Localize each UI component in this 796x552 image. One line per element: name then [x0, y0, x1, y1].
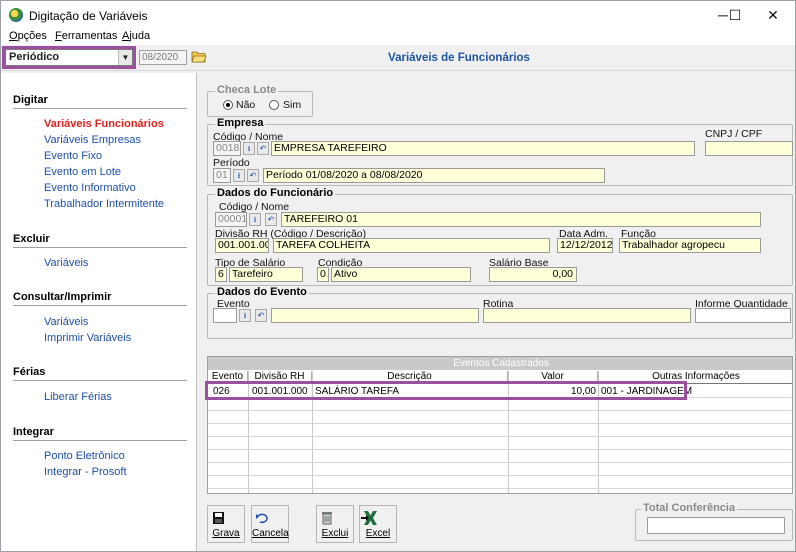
- excel-label: Excel: [365, 528, 391, 539]
- exclui-button[interactable]: Exclui: [316, 505, 354, 543]
- download-arrow-icon[interactable]: ⭳: [249, 213, 261, 226]
- trash-icon: [322, 512, 332, 525]
- evento-desc-field[interactable]: [271, 308, 479, 323]
- sidebar-item-evento-informativo[interactable]: Evento Informativo: [44, 182, 136, 194]
- funcionario-nome-field[interactable]: TAREFEIRO 01: [281, 212, 761, 227]
- rotina-field[interactable]: [483, 308, 691, 323]
- sidebar-item-ponto-eletronico[interactable]: Ponto Eletrônico: [44, 450, 125, 462]
- close-button[interactable]: ✕: [755, 1, 791, 29]
- row-line: [208, 462, 792, 463]
- sidebar-item-integrar-prosoft[interactable]: Integrar - Prosoft: [44, 466, 127, 478]
- row-line: [208, 475, 792, 476]
- save-icon: [213, 512, 224, 524]
- undo-arrow-icon[interactable]: ↶: [257, 142, 269, 155]
- maximize-button[interactable]: ☐: [717, 1, 753, 29]
- informe-quantidade-field[interactable]: [695, 308, 791, 323]
- row-highlight-frame: [205, 381, 687, 400]
- menu-bar: Opções Ferramentas Ajuda: [1, 29, 795, 45]
- sidebar-section-excluir: Excluir: [13, 233, 50, 245]
- divider: [13, 247, 187, 248]
- sidebar-item-trabalhador-intermitente[interactable]: Trabalhador Intermitente: [44, 198, 164, 210]
- condicao-code-field[interactable]: 0: [317, 267, 329, 282]
- sidebar-item-excluir-variaveis[interactable]: Variáveis: [44, 257, 88, 269]
- cancela-label: Cancela: [252, 528, 289, 539]
- periodo-code-field[interactable]: 01: [213, 168, 231, 183]
- checa-lote-sim-label: Sim: [283, 99, 302, 111]
- checa-lote-nao-label: Não: [236, 99, 256, 111]
- download-arrow-icon[interactable]: ⭳: [243, 142, 255, 155]
- divider: [13, 305, 187, 306]
- divisao-desc-field[interactable]: TAREFA COLHEITA: [273, 238, 550, 253]
- divisao-code-field[interactable]: 001.001.000: [215, 238, 269, 253]
- exclui-label: Exclui: [321, 528, 349, 539]
- empresa-codigo-field[interactable]: 0018: [213, 141, 241, 156]
- checa-lote-title: Checa Lote: [215, 84, 279, 96]
- sidebar-item-evento-lote[interactable]: Evento em Lote: [44, 166, 121, 178]
- divider: [13, 380, 187, 381]
- cancela-button[interactable]: Cancela: [251, 505, 289, 543]
- sidebar-section-digitar: Digitar: [13, 94, 48, 106]
- tipo-salario-field[interactable]: Tarefeiro: [229, 267, 303, 282]
- periodo-field[interactable]: Período 01/08/2020 a 08/08/2020: [263, 168, 605, 183]
- undo-arrow-icon[interactable]: ↶: [255, 309, 267, 322]
- cnpj-field[interactable]: [705, 141, 793, 156]
- menu-ferramentas[interactable]: Ferramentas: [55, 30, 117, 42]
- grava-button[interactable]: Grava: [207, 505, 245, 543]
- page-title: Variáveis de Funcionários: [388, 52, 530, 64]
- title-bar: Digitação de Variáveis ─ ☐ ✕: [1, 1, 795, 29]
- checa-lote-sim-radio[interactable]: [269, 100, 279, 110]
- evento-code-field[interactable]: [213, 308, 237, 323]
- salario-base-field[interactable]: 0,00: [489, 267, 577, 282]
- empresa-nome-field[interactable]: EMPRESA TAREFEIRO: [271, 141, 695, 156]
- competence-date-field[interactable]: 08/2020: [139, 50, 187, 65]
- download-arrow-icon[interactable]: ⭳: [239, 309, 251, 322]
- data-adm-field[interactable]: 12/12/2012: [557, 238, 613, 253]
- grava-label: Grava: [212, 528, 240, 539]
- sidebar-item-variaveis-empresas[interactable]: Variáveis Empresas: [44, 134, 141, 146]
- sidebar-section-integrar: Integrar: [13, 426, 54, 438]
- window: Digitação de Variáveis ─ ☐ ✕ Opções Ferr…: [0, 0, 796, 552]
- window-title: Digitação de Variáveis: [29, 9, 148, 23]
- row-line: [208, 410, 792, 411]
- app-icon: [9, 8, 23, 22]
- funcionario-codigo-field[interactable]: 00001: [215, 212, 247, 227]
- checa-lote-nao-radio[interactable]: [223, 100, 233, 110]
- sidebar-section-ferias: Férias: [13, 366, 46, 378]
- open-folder-icon[interactable]: [191, 49, 207, 64]
- eventos-grid[interactable]: Eventos Cadastrados Evento Divisão RH De…: [207, 356, 793, 494]
- sidebar-item-imprimir-variaveis[interactable]: Imprimir Variáveis: [44, 332, 131, 344]
- row-line: [208, 423, 792, 424]
- undo-arrow-icon[interactable]: ↶: [247, 169, 259, 182]
- divider: [13, 440, 187, 441]
- row-line: [208, 488, 792, 489]
- tipo-salario-code-field[interactable]: 6: [215, 267, 227, 282]
- grid-caption: Eventos Cadastrados: [208, 357, 792, 370]
- total-title: Total Conferência: [641, 502, 738, 514]
- excel-button[interactable]: Excel: [359, 505, 397, 543]
- sidebar-section-consultar: Consultar/Imprimir: [13, 291, 112, 303]
- download-arrow-icon[interactable]: ⭳: [233, 169, 245, 182]
- evento-title: Dados do Evento: [215, 286, 309, 298]
- excel-icon: [361, 511, 377, 525]
- sidebar-item-consultar-variaveis[interactable]: Variáveis: [44, 316, 88, 328]
- condicao-field[interactable]: Ativo: [331, 267, 471, 282]
- cnpj-label: CNPJ / CPF: [705, 128, 763, 140]
- sidebar-item-liberar-ferias[interactable]: Liberar Férias: [44, 391, 112, 403]
- menu-opcoes[interactable]: Opções: [9, 30, 47, 42]
- highlight-frame: [2, 46, 136, 69]
- sidebar-item-evento-fixo[interactable]: Evento Fixo: [44, 150, 102, 162]
- sidebar-item-variaveis-funcionarios[interactable]: Variáveis Funcionários: [44, 118, 164, 130]
- undo-arrow-icon[interactable]: ↶: [265, 213, 277, 226]
- funcionario-title: Dados do Funcionário: [215, 187, 336, 199]
- sidebar: Digitar Variáveis Funcionários Variáveis…: [1, 73, 197, 551]
- empresa-title: Empresa: [215, 117, 266, 129]
- funcao-field[interactable]: Trabalhador agropecu: [619, 238, 761, 253]
- undo-icon: [256, 513, 268, 524]
- row-line: [208, 436, 792, 437]
- total-field[interactable]: [647, 517, 785, 534]
- divider: [13, 108, 187, 109]
- menu-ajuda[interactable]: Ajuda: [122, 30, 150, 42]
- row-line: [208, 449, 792, 450]
